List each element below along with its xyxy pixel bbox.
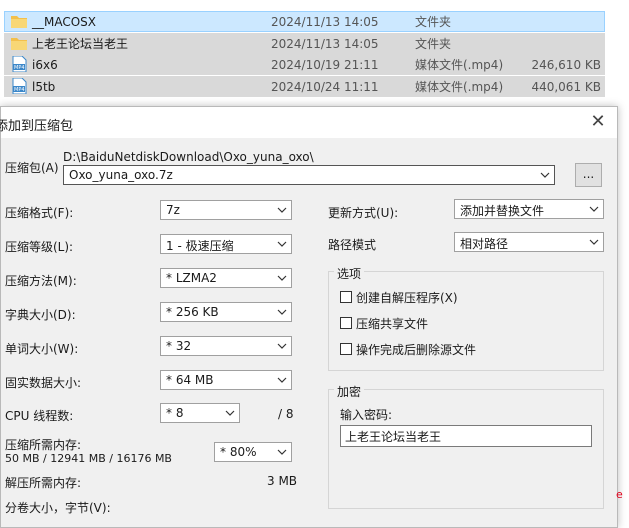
red-glyph: e (616, 488, 623, 501)
dialog-title: 添加到压缩包 (0, 119, 74, 134)
dmem-label: 解压所需内存: (5, 476, 82, 490)
mp4-file-icon: MP4 (12, 56, 27, 72)
file-name: l5tb (32, 79, 56, 94)
encryption-title: 加密 (334, 383, 365, 400)
archive-name-combo[interactable]: Oxo_yuna_oxo.7z (63, 165, 555, 185)
add-to-archive-dialog: 添加到压缩包 ✕ 压缩包(A) D:\BaiduNetdiskDownload\… (0, 106, 618, 528)
cpu-max: / 8 (278, 407, 294, 421)
update-select[interactable]: 添加并替换文件 (454, 199, 604, 219)
chevron-down-icon (225, 410, 235, 416)
chevron-down-icon (540, 172, 550, 178)
format-label: 压缩格式(F): (5, 206, 74, 220)
file-date: 2024/11/13 14:05 (271, 14, 379, 29)
method-value: * LZMA2 (166, 271, 217, 285)
file-name: __MACOSX (32, 14, 97, 29)
archive-path: D:\BaiduNetdiskDownload\Oxo_yuna_oxo\ (63, 150, 314, 164)
password-input[interactable]: 上老王论坛当老王 (340, 425, 592, 447)
path-mode-value: 相对路径 (460, 237, 509, 251)
shared-label[interactable]: 压缩共享文件 (356, 315, 428, 332)
chevron-down-icon (277, 343, 287, 349)
word-label: 单词大小(W): (5, 342, 79, 356)
level-value: 1 - 极速压缩 (166, 239, 234, 253)
chevron-down-icon (277, 241, 287, 247)
archive-label: 压缩包(A) (5, 161, 59, 175)
folder-icon (11, 38, 27, 50)
solid-value: * 64 MB (166, 373, 214, 387)
browse-button[interactable]: ... (575, 163, 602, 187)
delete-source-checkbox[interactable] (340, 343, 352, 355)
cpu-label: CPU 线程数: (5, 409, 74, 423)
file-name: 上老王论坛当老王 (32, 37, 129, 51)
chevron-down-icon (277, 207, 287, 213)
word-select[interactable]: * 32 (160, 336, 292, 356)
sfx-checkbox[interactable] (340, 291, 352, 303)
dialog-titlebar[interactable]: 添加到压缩包 ✕ (0, 107, 617, 138)
file-name: i6x6 (32, 57, 58, 72)
mem-value: 50 MB / 12941 MB / 16176 MB (5, 452, 172, 465)
chevron-down-icon (589, 239, 599, 245)
folder-icon (11, 16, 27, 28)
format-select[interactable]: 7z (160, 200, 292, 220)
file-type: 文件夹 (415, 15, 452, 29)
word-value: * 32 (166, 339, 192, 353)
solid-select[interactable]: * 64 MB (160, 370, 292, 390)
cpu-select[interactable]: * 8 (160, 403, 240, 423)
file-date: 2024/10/24 11:11 (271, 79, 379, 94)
file-type: 媒体文件(.mp4) (415, 58, 504, 72)
mem-label: 压缩所需内存: (5, 438, 82, 452)
sfx-label[interactable]: 创建自解压程序(X) (356, 289, 458, 306)
file-row[interactable]: MP4 l5tb 2024/10/24 11:11 媒体文件(.mp4) 440… (4, 76, 605, 97)
file-size: 246,610 KB (531, 57, 601, 72)
format-value: 7z (166, 203, 180, 217)
method-label: 压缩方法(M): (5, 274, 77, 288)
solid-label: 固实数据大小: (5, 376, 82, 390)
path-mode-label: 路径模式 (328, 238, 377, 252)
mem-percent-select[interactable]: * 80% (214, 442, 292, 462)
password-value: 上老王论坛当老王 (345, 430, 442, 444)
file-date: 2024/11/13 14:05 (271, 36, 379, 51)
file-row[interactable]: __MACOSX 2024/11/13 14:05 文件夹 (4, 11, 605, 32)
file-size: 440,061 KB (531, 79, 601, 94)
chevron-down-icon (277, 275, 287, 281)
file-list: __MACOSX 2024/11/13 14:05 文件夹 上老王论坛当老王 2… (0, 0, 629, 100)
split-volume-label: 分卷大小，字节(V): (5, 501, 111, 515)
dmem-value: 3 MB (267, 474, 298, 488)
method-select[interactable]: * LZMA2 (160, 268, 292, 288)
dict-label: 字典大小(D): (5, 308, 76, 322)
level-label: 压缩等级(L): (5, 240, 74, 254)
mem-percent-value: * 80% (220, 445, 257, 459)
chevron-down-icon (589, 206, 599, 212)
close-icon[interactable]: ✕ (585, 110, 611, 134)
delete-source-label[interactable]: 操作完成后删除源文件 (356, 341, 476, 358)
path-mode-select[interactable]: 相对路径 (454, 232, 604, 252)
chevron-down-icon (277, 309, 287, 315)
cpu-value: * 8 (166, 406, 184, 420)
file-type: 文件夹 (415, 37, 452, 51)
dict-value: * 256 KB (166, 305, 219, 319)
file-type: 媒体文件(.mp4) (415, 80, 504, 94)
update-label: 更新方式(U): (328, 206, 399, 220)
svg-text:MP4: MP4 (14, 65, 25, 71)
options-title: 选项 (334, 265, 365, 282)
update-value: 添加并替换文件 (460, 204, 545, 218)
archive-name-value: Oxo_yuna_oxo.7z (69, 168, 173, 182)
password-label: 输入密码: (340, 408, 393, 422)
svg-text:MP4: MP4 (14, 87, 25, 93)
file-date: 2024/10/19 21:11 (271, 57, 379, 72)
shared-checkbox[interactable] (340, 317, 352, 329)
file-row[interactable]: MP4 i6x6 2024/10/19 21:11 媒体文件(.mp4) 246… (4, 54, 605, 75)
chevron-down-icon (277, 449, 287, 455)
level-select[interactable]: 1 - 极速压缩 (160, 234, 292, 254)
file-row[interactable]: 上老王论坛当老王 2024/11/13 14:05 文件夹 (4, 33, 605, 54)
mp4-file-icon: MP4 (12, 78, 27, 94)
dict-select[interactable]: * 256 KB (160, 302, 292, 322)
chevron-down-icon (277, 377, 287, 383)
